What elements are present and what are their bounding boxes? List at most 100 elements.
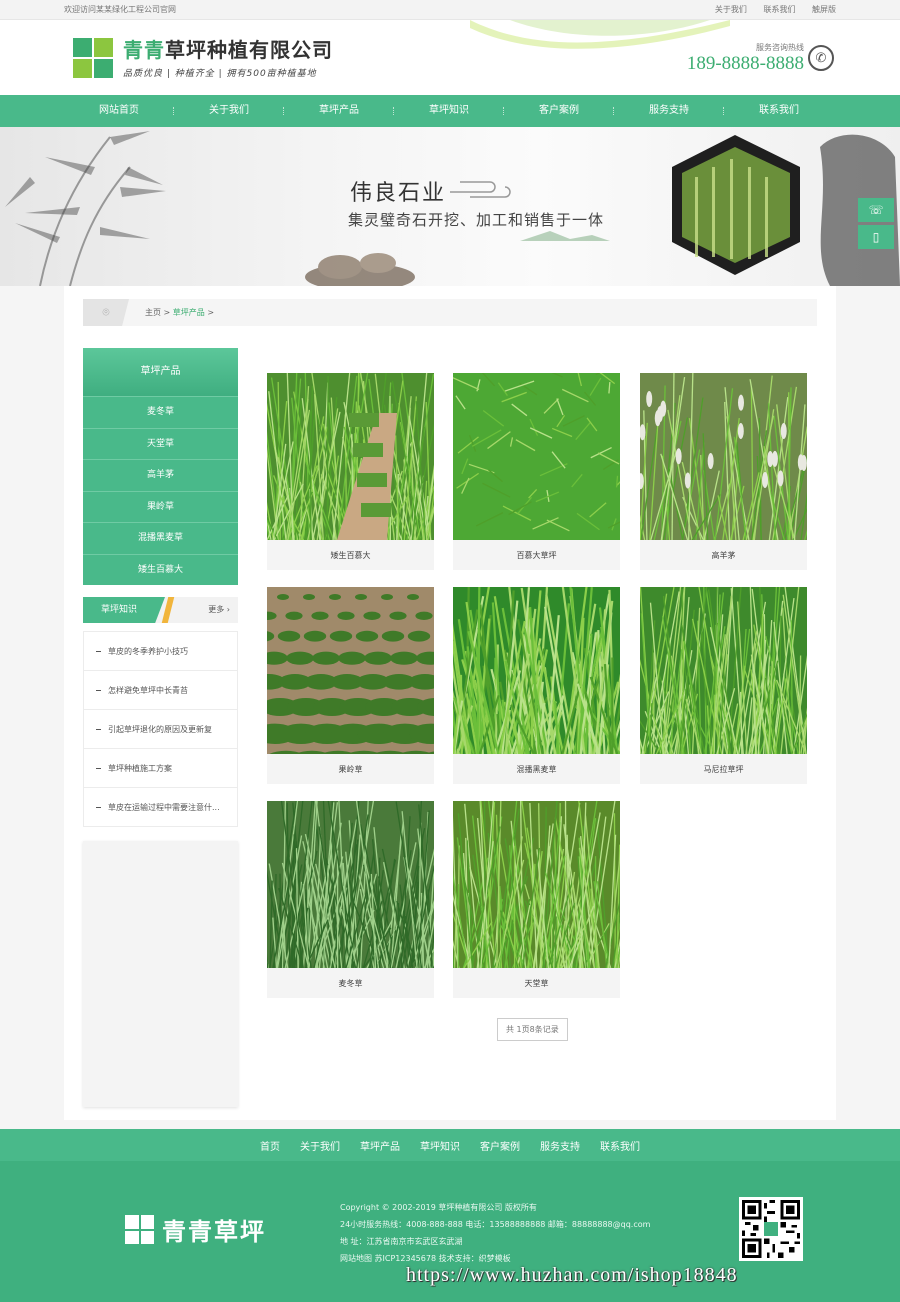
contact-text: 24小时服务热线：4008-888-888 电话：13588888888 邮箱：… — [340, 1220, 651, 1229]
top-bar: 欢迎访问某某绿化工程公司官网 关于我们 联系我们 触屏版 — [0, 0, 900, 20]
sidebar-empty-box — [83, 841, 238, 1107]
product-card[interactable]: 百慕大草坪 — [453, 373, 620, 570]
location-pin-icon: ⌾ — [83, 299, 129, 326]
list-item[interactable]: 草皮的冬季养护小技巧 — [84, 631, 237, 670]
pagination-info: 共 1页8条记录 — [497, 1018, 568, 1041]
footer-nav-knowledge[interactable]: 草坪知识 — [420, 1138, 460, 1153]
list-item[interactable]: 引起草坪退化的原因及更新复 — [84, 709, 237, 748]
breadcrumb-home[interactable]: 主页 — [145, 308, 161, 317]
float-buttons: ☏ ▯ — [858, 198, 894, 252]
knowledge-more-link[interactable]: 更多 › — [208, 597, 230, 623]
footer-nav-support[interactable]: 服务支持 — [540, 1138, 580, 1153]
footer-logo[interactable]: 青青草坪 — [125, 1212, 266, 1247]
logo-square — [94, 59, 113, 78]
product-image — [640, 373, 807, 540]
site-logo[interactable]: 青青草坪种植有限公司 品质优良 | 种植齐全 | 拥有500亩种植基地 — [73, 38, 333, 79]
breadcrumb-tail: > — [204, 308, 215, 317]
headset-icon[interactable]: ☏ — [858, 198, 894, 222]
product-card[interactable]: 果岭草 — [267, 587, 434, 784]
category-title: 草坪产品 — [83, 348, 238, 396]
top-link-about[interactable]: 关于我们 — [715, 5, 747, 14]
nav-item-about[interactable]: 关于我们 — [174, 95, 284, 127]
footer-logo-name: 青青草坪 — [162, 1218, 266, 1246]
nav-item-contact[interactable]: 联系我们 — [724, 95, 834, 127]
product-card[interactable]: 马尼拉草坪 — [640, 587, 807, 784]
nav-item-support[interactable]: 服务支持 — [614, 95, 724, 127]
hotline-number[interactable]: 189-8888-8888 — [687, 53, 804, 75]
product-name: 天堂草 — [524, 979, 549, 988]
address-text: 地 址：江苏省南京市玄武区玄武湖 — [340, 1237, 463, 1246]
footer-nav-about[interactable]: 关于我们 — [300, 1138, 340, 1153]
nav-item-cases[interactable]: 客户案例 — [504, 95, 614, 127]
product-name: 矮生百慕大 — [330, 551, 371, 560]
mobile-icon[interactable]: ▯ — [858, 225, 894, 249]
sidebar-item-hunbo[interactable]: 混播黑麦草 — [83, 522, 238, 554]
watermark-url: https://www.huzhan.com/ishop18848 — [406, 1264, 738, 1286]
banner-title: 伟良石业 — [350, 181, 447, 206]
product-image — [267, 373, 434, 540]
product-name: 果岭草 — [338, 765, 363, 774]
breadcrumb-current[interactable]: 草坪产品 — [173, 308, 205, 317]
breadcrumb-separator: > — [161, 308, 173, 317]
list-item[interactable]: 草皮在运输过程中需要注意什... — [84, 787, 237, 826]
sidebar-item-gaoyangmao[interactable]: 高羊茅 — [83, 459, 238, 491]
footer-nav-home[interactable]: 首页 — [260, 1138, 280, 1153]
top-links: 关于我们 联系我们 触屏版 — [701, 4, 836, 15]
footer-nav-contact[interactable]: 联系我们 — [600, 1138, 640, 1153]
company-name: 青青草坪种植有限公司 — [123, 38, 333, 62]
knowledge-title: 草坪知识 — [83, 597, 165, 623]
list-item[interactable]: 草坪种植施工方案 — [84, 748, 237, 787]
sidebar-item-tiantang[interactable]: 天堂草 — [83, 427, 238, 459]
product-image — [453, 373, 620, 540]
footer-nav-products[interactable]: 草坪产品 — [360, 1138, 400, 1153]
main-content: ⌾ 主页 > 草坪产品 > 草坪产品 麦冬草 天堂草 高羊茅 果岭草 混播黑麦草… — [64, 286, 836, 1120]
company-name-rest: 草坪种植有限公司 — [165, 38, 333, 62]
product-name: 混播黑麦草 — [516, 765, 557, 774]
site-header: 青青草坪种植有限公司 品质优良 | 种植齐全 | 拥有500亩种植基地 服务咨询… — [0, 20, 900, 95]
product-card[interactable]: 麦冬草 — [267, 801, 434, 998]
banner-art — [5, 131, 900, 286]
banner-subtitle: 集灵璧奇石开挖、加工和销售于一体 — [348, 211, 605, 229]
product-image — [453, 801, 620, 968]
list-item[interactable]: 怎样避免草坪中长青苔 — [84, 670, 237, 709]
knowledge-list: 草皮的冬季养护小技巧 怎样避免草坪中长青苔 引起草坪退化的原因及更新复 草坪种植… — [83, 631, 238, 827]
product-name: 百慕大草坪 — [516, 551, 557, 560]
welcome-text: 欢迎访问某某绿化工程公司官网 — [64, 5, 176, 14]
sidebar-item-maidong[interactable]: 麦冬草 — [83, 396, 238, 428]
breadcrumb: ⌾ 主页 > 草坪产品 > — [83, 299, 817, 326]
sidebar: 草坪产品 麦冬草 天堂草 高羊茅 果岭草 混播黑麦草 矮生百慕大 草坪知识 更多… — [83, 348, 238, 1107]
knowledge-more-label: 更多 — [208, 605, 225, 614]
top-link-mobile[interactable]: 触屏版 — [812, 5, 836, 14]
company-name-green: 青青 — [123, 38, 165, 62]
main-nav: 网站首页 关于我们 草坪产品 草坪知识 客户案例 服务支持 联系我们 — [0, 95, 900, 127]
hotline-label: 服务咨询热线 — [756, 43, 804, 52]
product-card[interactable]: 高羊茅 — [640, 373, 807, 570]
qr-code-icon — [739, 1197, 803, 1261]
product-card[interactable]: 混播黑麦草 — [453, 587, 620, 784]
nav-item-home[interactable]: 网站首页 — [64, 95, 174, 127]
nav-item-knowledge[interactable]: 草坪知识 — [394, 95, 504, 127]
logo-squares-icon — [125, 1215, 154, 1244]
sidebar-item-aisheng[interactable]: 矮生百慕大 — [83, 553, 238, 585]
company-slogan: 品质优良 | 种植齐全 | 拥有500亩种植基地 — [123, 69, 317, 79]
logo-square — [73, 38, 92, 57]
product-image — [453, 587, 620, 754]
logo-squares-icon — [73, 38, 113, 78]
product-name: 马尼拉草坪 — [703, 765, 744, 774]
product-card[interactable]: 矮生百慕大 — [267, 373, 434, 570]
breadcrumb-text: 主页 > 草坪产品 > — [145, 307, 214, 318]
footer-nav: 首页 关于我们 草坪产品 草坪知识 客户案例 服务支持 联系我们 — [0, 1129, 900, 1161]
product-name: 高羊茅 — [711, 551, 736, 560]
product-name: 麦冬草 — [338, 979, 363, 988]
hotline: 服务咨询热线 189-8888-8888 ✆ — [687, 42, 834, 75]
product-image — [640, 587, 807, 754]
product-image — [267, 801, 434, 968]
product-card[interactable]: 天堂草 — [453, 801, 620, 998]
logo-square — [94, 38, 113, 57]
footer-nav-cases[interactable]: 客户案例 — [480, 1138, 520, 1153]
top-link-contact[interactable]: 联系我们 — [763, 5, 795, 14]
nav-item-products[interactable]: 草坪产品 — [284, 95, 394, 127]
sidebar-item-guoling[interactable]: 果岭草 — [83, 490, 238, 522]
phone-icon: ✆ — [808, 45, 834, 71]
banner: 伟良石业 集灵璧奇石开挖、加工和销售于一体 — [0, 127, 900, 286]
